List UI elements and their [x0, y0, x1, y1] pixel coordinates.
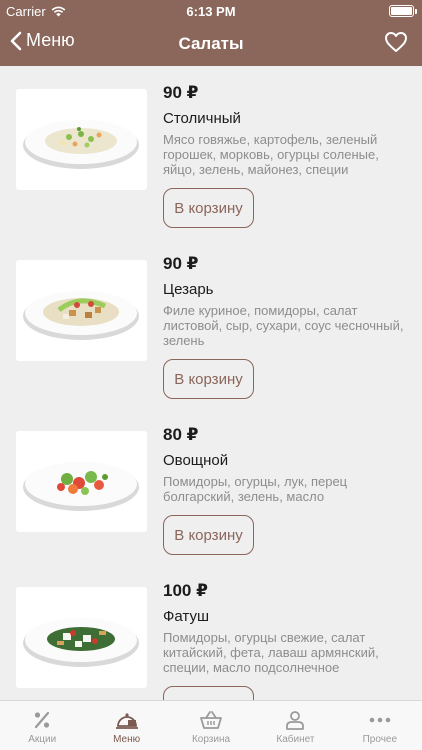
tab-cart[interactable]: Корзина	[169, 701, 253, 750]
product-image[interactable]	[16, 260, 147, 361]
person-icon	[285, 709, 305, 731]
product-name: Цезарь	[163, 281, 214, 298]
add-to-cart-button[interactable]: В корзину	[163, 515, 254, 555]
basket-icon	[199, 709, 223, 731]
salad-plate-image	[23, 290, 139, 340]
tab-label: Меню	[113, 734, 141, 745]
product-description: Помидоры, огурцы, лук, перец болгарский,…	[163, 474, 348, 504]
salad-plate-image	[23, 617, 139, 667]
product-info: 90 ₽ Столичный Мясо говяжье, картофель, …	[163, 83, 408, 177]
product-description: Помидоры, огурцы свежие, салат китайский…	[163, 630, 379, 675]
battery-icon	[389, 5, 417, 17]
salad-plate-image	[23, 461, 139, 511]
status-bar: Carrier 6:13 PM	[0, 0, 422, 22]
product-info: 100 ₽ Фатуш Помидоры, огурцы свежие, сал…	[163, 581, 408, 675]
product-image[interactable]	[16, 431, 147, 532]
chevron-left-icon	[10, 31, 22, 50]
product-name: Овощной	[163, 452, 229, 469]
product-info: 80 ₽ Овощной Помидоры, огурцы, лук, пере…	[163, 425, 408, 504]
product-info: 90 ₽ Цезарь Филе куриное, помидоры, сала…	[163, 254, 408, 348]
tab-label: Кабинет	[276, 734, 315, 745]
product-price: 90 ₽	[163, 254, 199, 273]
add-to-cart-button[interactable]: В корзину	[163, 686, 254, 700]
salad-plate-image	[23, 119, 139, 169]
product-list[interactable]: 90 ₽ Столичный Мясо говяжье, картофель, …	[0, 66, 422, 700]
product-price: 90 ₽	[163, 83, 199, 102]
percent-icon	[32, 709, 52, 731]
product-name: Фатуш	[163, 608, 209, 625]
product-image[interactable]	[16, 89, 147, 190]
product-price: 100 ₽	[163, 581, 208, 600]
back-label: Меню	[26, 30, 75, 50]
tab-more[interactable]: Прочее	[338, 701, 422, 750]
tab-label: Корзина	[191, 734, 231, 745]
product-price: 80 ₽	[163, 425, 199, 444]
product-name: Столичный	[163, 110, 241, 127]
product-description: Филе куриное, помидоры, салат листовой, …	[163, 303, 404, 348]
status-time: 6:13 PM	[186, 4, 236, 19]
tab-menu[interactable]: Меню	[84, 701, 168, 750]
cloche-icon	[115, 709, 139, 731]
add-to-cart-button[interactable]: В корзину	[163, 359, 254, 399]
add-to-cart-button[interactable]: В корзину	[163, 188, 254, 228]
tab-label: Акции	[28, 734, 57, 745]
tab-label: Прочее	[362, 734, 398, 745]
product-description: Мясо говяжье, картофель, зеленый горошек…	[163, 132, 379, 177]
back-button[interactable]: Меню	[10, 30, 75, 51]
tab-account[interactable]: Кабинет	[253, 701, 337, 750]
more-dots-icon	[368, 709, 392, 731]
favorites-button[interactable]	[384, 31, 408, 58]
product-image[interactable]	[16, 587, 147, 688]
heart-icon	[385, 32, 407, 52]
tab-promotions[interactable]: Акции	[0, 701, 84, 750]
tab-bar: Акции Меню Корзина Кабинет Прочее	[0, 700, 422, 750]
navigation-bar: Меню Салаты	[0, 22, 422, 66]
